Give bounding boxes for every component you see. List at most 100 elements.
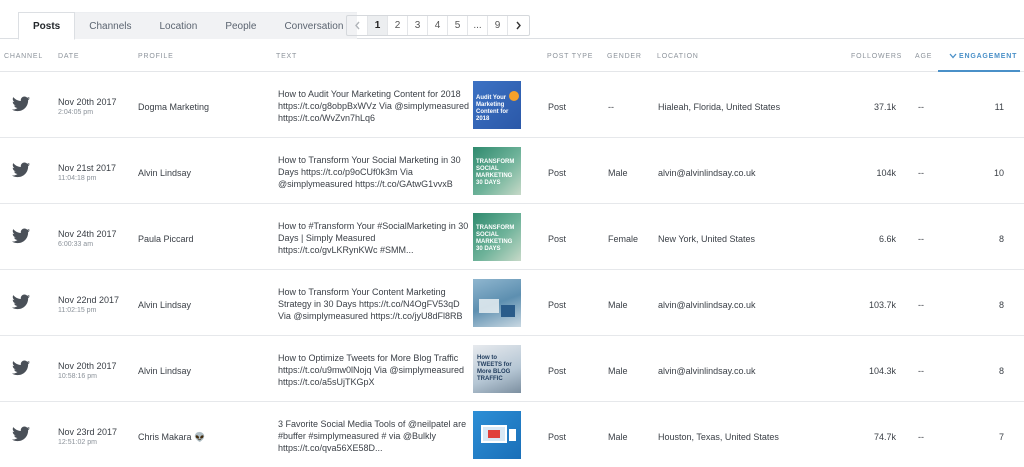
post-date: Nov 24th 2017	[58, 229, 117, 239]
table-row[interactable]: Nov 21st 2017 11:04:18 pm Alvin Lindsay …	[0, 138, 1024, 204]
post-text: How to Transform Your Content Marketing …	[278, 287, 463, 321]
followers: 103.7k	[868, 300, 896, 310]
gender: Male	[608, 300, 628, 310]
gender: Female	[608, 234, 639, 244]
table-row[interactable]: Nov 20th 2017 2:04:05 pm Dogma Marketing…	[0, 72, 1024, 138]
location: New York, United States	[658, 234, 756, 244]
column-header-followers[interactable]: FOLLOWERS	[851, 53, 902, 60]
table-row[interactable]: Nov 20th 2017 10:58:16 pm Alvin Lindsay …	[0, 336, 1024, 402]
thumbnail-decoration	[509, 429, 516, 441]
table-row[interactable]: Nov 22nd 2017 11:02:15 pm Alvin Lindsay …	[0, 270, 1024, 336]
column-header-text[interactable]: TEXT	[276, 53, 297, 60]
post-date: Nov 22nd 2017	[58, 295, 120, 305]
gender: Male	[608, 432, 628, 442]
column-header-location[interactable]: LOCATION	[657, 53, 699, 60]
column-header-date[interactable]: DATE	[58, 53, 79, 60]
tab-location[interactable]: Location	[145, 12, 212, 39]
followers: 104.3k	[868, 366, 896, 376]
profile-name[interactable]: Dogma Marketing	[138, 102, 209, 112]
tab-people[interactable]: People	[211, 12, 271, 39]
profile-name[interactable]: Alvin Lindsay	[138, 366, 191, 376]
age: --	[918, 432, 924, 442]
age: --	[918, 300, 924, 310]
post-thumbnail[interactable]: TRANSFORM SOCIAL MARKETING 30 DAYS	[473, 213, 521, 261]
thumbnail-decoration	[501, 305, 515, 317]
engagement: 8	[998, 300, 1004, 310]
engagement: 11	[994, 102, 1004, 112]
column-header-profile[interactable]: PROFILE	[138, 53, 174, 60]
post-type: Post	[548, 432, 567, 442]
twitter-icon	[12, 162, 30, 178]
post-date: Nov 20th 2017	[58, 361, 117, 371]
column-header-engagement[interactable]: ENGAGEMENT	[949, 53, 1017, 60]
column-header-age[interactable]: AGE	[915, 53, 932, 60]
age: --	[918, 366, 924, 376]
pagination: 1 2 3 4 5 ... 9	[346, 15, 530, 36]
post-type: Post	[548, 168, 567, 178]
page-ellipsis: ...	[468, 16, 488, 35]
column-header-post-type[interactable]: POST TYPE	[547, 53, 593, 60]
post-date: Nov 20th 2017	[58, 97, 117, 107]
prev-page-button[interactable]	[347, 16, 368, 35]
location: alvin@alvinlindsay.co.uk	[658, 300, 756, 310]
gender: --	[608, 102, 614, 112]
post-type: Post	[548, 366, 567, 376]
location: Hialeah, Florida, United States	[658, 102, 781, 112]
age: --	[918, 168, 924, 178]
twitter-icon	[12, 228, 30, 244]
profile-name[interactable]: Alvin Lindsay	[138, 300, 191, 310]
twitter-icon	[12, 294, 30, 310]
table-row[interactable]: Nov 24th 2017 6:00:33 am Paula Piccard H…	[0, 204, 1024, 270]
thumbnail-text: TRANSFORM SOCIAL MARKETING 30 DAYS	[476, 225, 515, 252]
post-time: 11:04:18 pm	[58, 175, 97, 182]
engagement: 10	[993, 168, 1004, 178]
location: alvin@alvinlindsay.co.uk	[658, 366, 756, 376]
tab-posts[interactable]: Posts	[18, 12, 76, 40]
followers: 37.1k	[873, 102, 896, 112]
post-thumbnail[interactable]	[473, 279, 521, 327]
post-text: How to Transform Your Social Marketing i…	[278, 155, 461, 189]
table-row[interactable]: Nov 23rd 2017 12:51:02 pm Chris Makara 👽…	[0, 402, 1024, 467]
post-thumbnail[interactable]: TRANSFORM SOCIAL MARKETING 30 DAYS	[473, 147, 521, 195]
engagement: 8	[998, 366, 1004, 376]
column-header-gender[interactable]: GENDER	[607, 53, 642, 60]
tabs: Posts Channels Location People Conversat…	[18, 12, 358, 40]
twitter-icon	[12, 96, 30, 112]
tab-conversation[interactable]: Conversation	[270, 12, 358, 39]
page-button-5[interactable]: 5	[448, 16, 468, 35]
post-time: 11:02:15 pm	[58, 307, 97, 314]
post-type: Post	[548, 300, 567, 310]
page-button-2[interactable]: 2	[388, 16, 408, 35]
post-type: Post	[548, 234, 567, 244]
age: --	[918, 234, 924, 244]
column-header-channel[interactable]: CHANNEL	[4, 53, 43, 60]
post-thumbnail[interactable]: Audit Your Marketing Content for 2018	[473, 81, 521, 129]
post-thumbnail[interactable]	[473, 411, 521, 459]
profile-name[interactable]: Paula Piccard	[138, 234, 194, 244]
thumbnail-text: How to TWEETS for More BLOG TRAFFIC	[477, 355, 512, 382]
location: alvin@alvinlindsay.co.uk	[658, 168, 756, 178]
twitter-icon	[12, 360, 30, 376]
tab-channels[interactable]: Channels	[75, 12, 146, 39]
page-button-3[interactable]: 3	[408, 16, 428, 35]
gender: Male	[608, 168, 628, 178]
chevron-down-icon	[949, 53, 957, 59]
table-header: CHANNEL DATE PROFILE TEXT POST TYPE GEND…	[0, 41, 1024, 72]
thumbnail-decoration	[488, 430, 500, 438]
profile-name[interactable]: Alvin Lindsay	[138, 168, 191, 178]
post-thumbnail[interactable]: How to TWEETS for More BLOG TRAFFIC	[473, 345, 521, 393]
thumbnail-decoration	[479, 299, 499, 313]
post-time: 10:58:16 pm	[58, 373, 97, 380]
page-button-4[interactable]: 4	[428, 16, 448, 35]
page-button-1[interactable]: 1	[368, 16, 388, 35]
post-type: Post	[548, 102, 567, 112]
post-date: Nov 21st 2017	[58, 163, 117, 173]
engagement-header-label: ENGAGEMENT	[959, 53, 1018, 60]
thumbnail-text: TRANSFORM SOCIAL MARKETING 30 DAYS	[476, 159, 515, 186]
page-button-9[interactable]: 9	[488, 16, 508, 35]
profile-name[interactable]: Chris Makara 👽	[138, 432, 205, 443]
followers: 74.7k	[873, 432, 896, 442]
post-date: Nov 23rd 2017	[58, 427, 118, 437]
followers: 6.6k	[878, 234, 896, 244]
next-page-button[interactable]	[508, 16, 529, 35]
